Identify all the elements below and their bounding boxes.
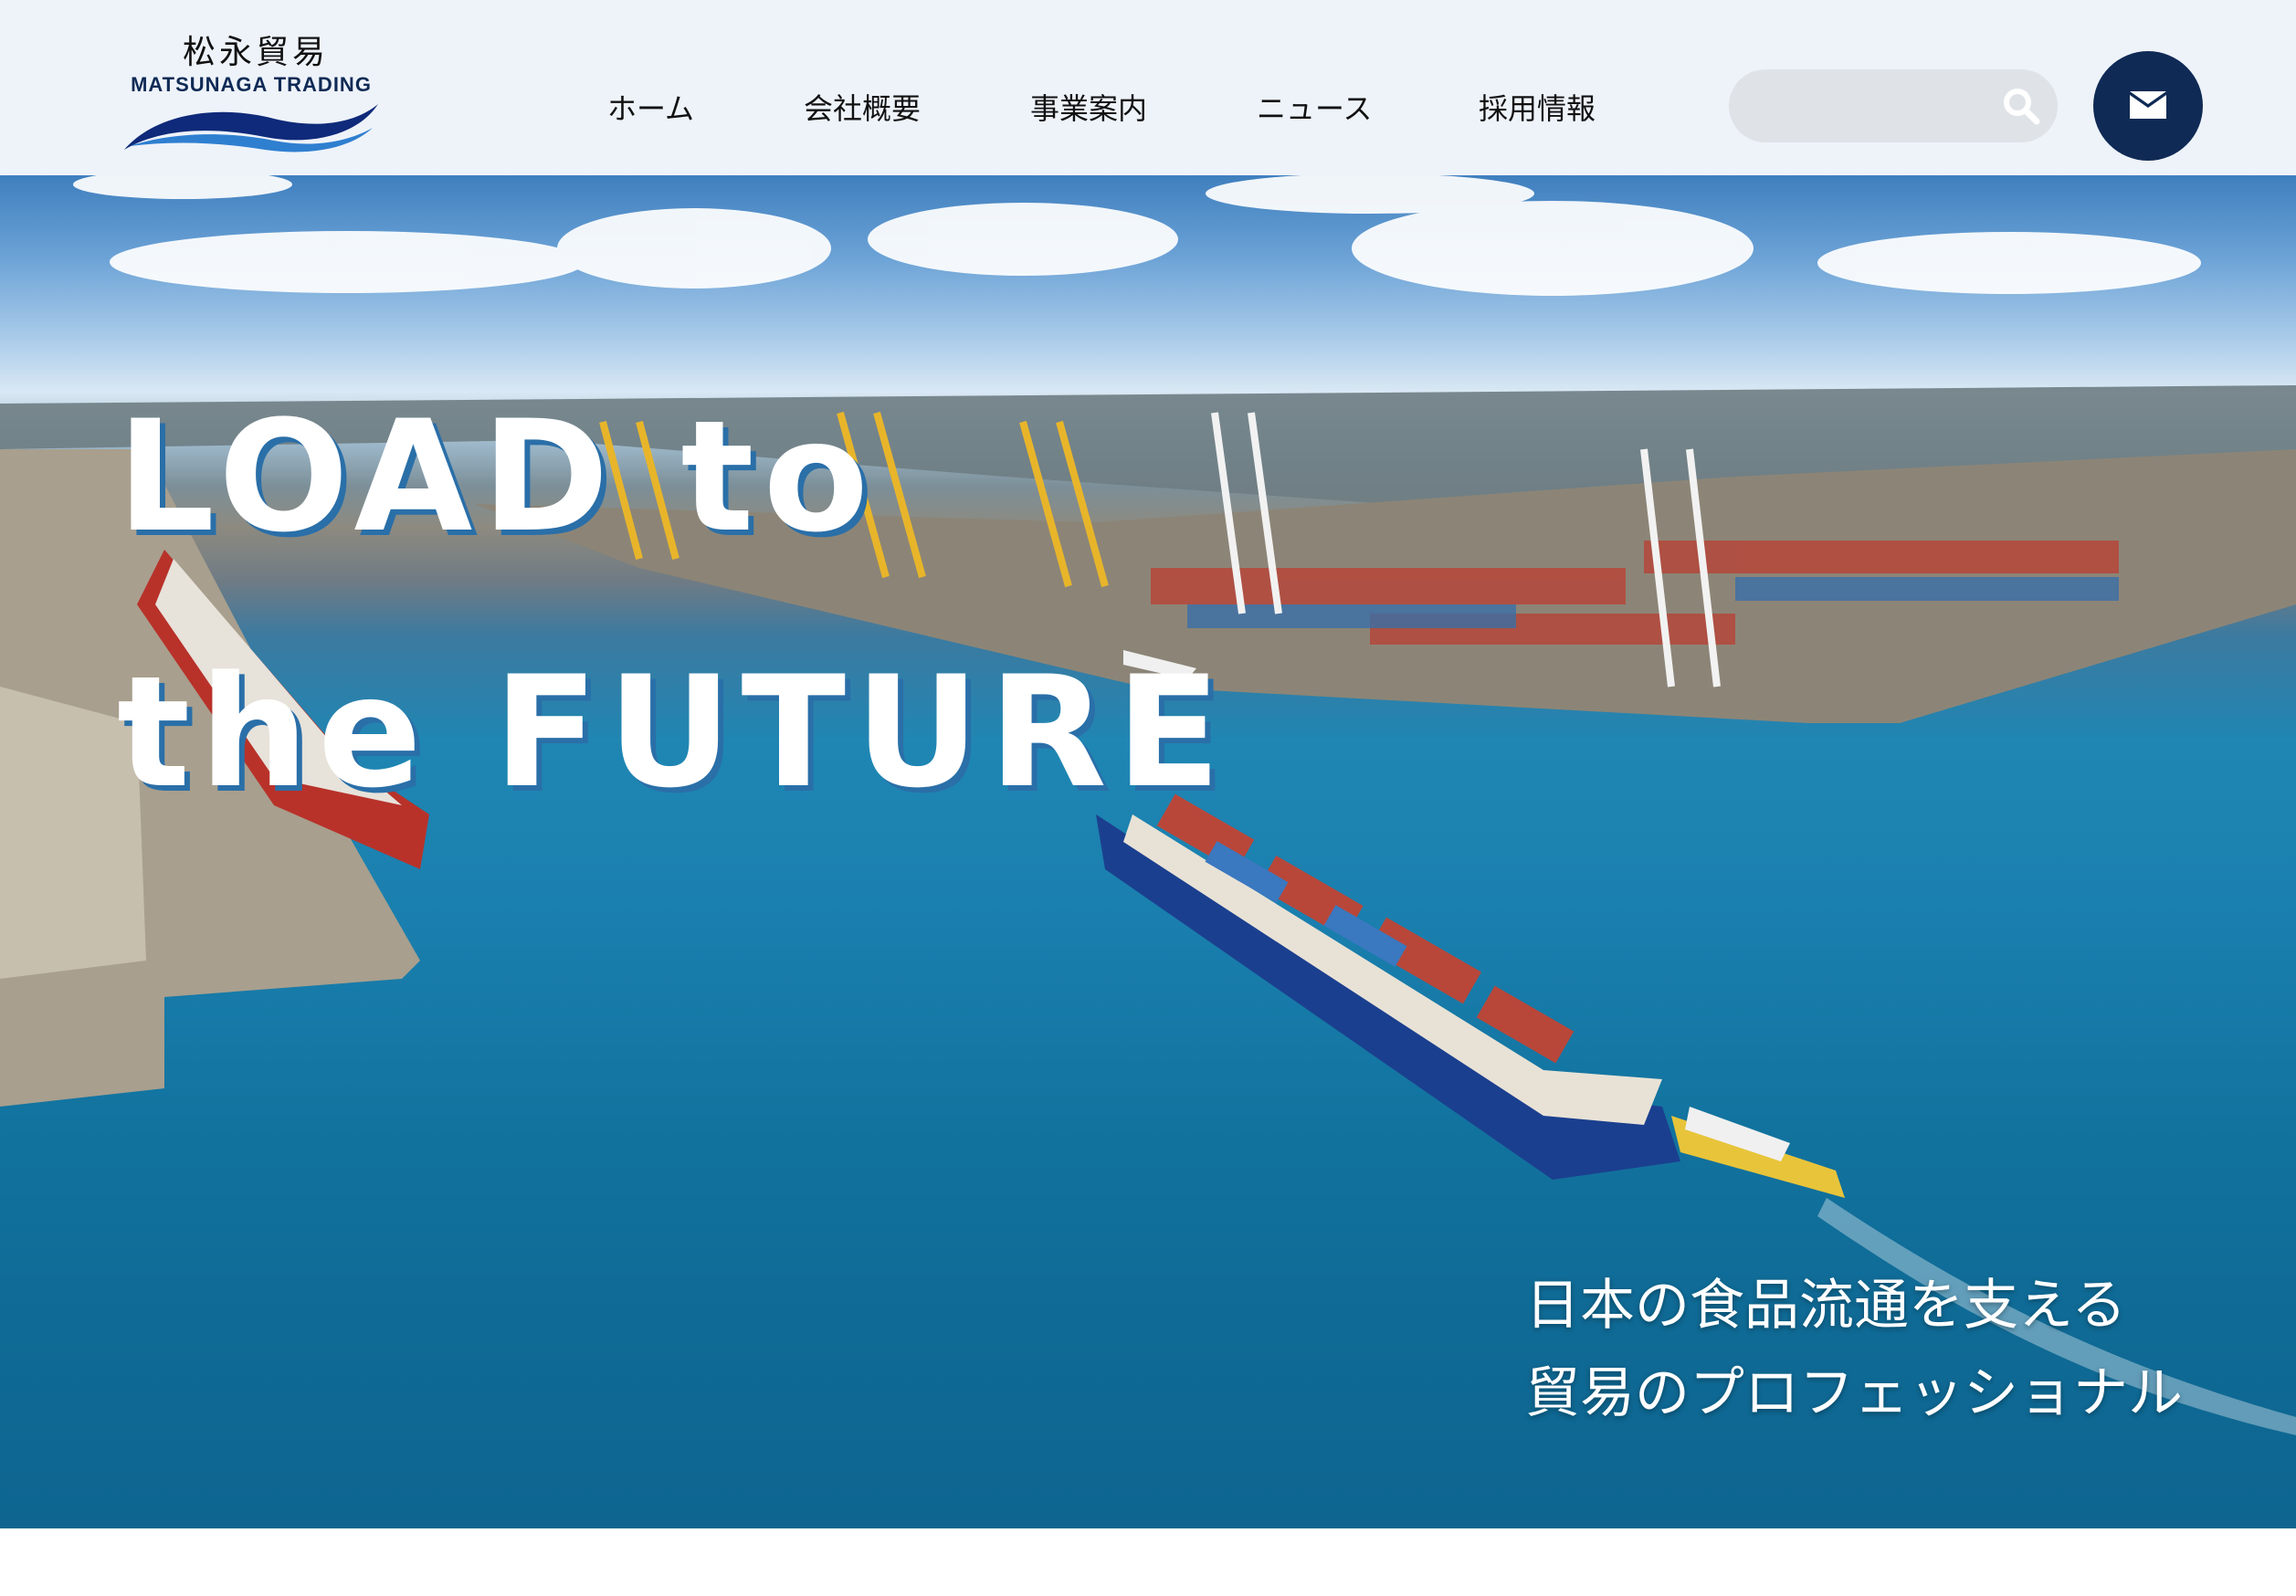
search-input[interactable] (1754, 86, 1986, 128)
mail-icon (2130, 91, 2166, 119)
nav-item-business[interactable]: 事業案内 (1030, 86, 1147, 128)
search-box (1729, 69, 2058, 142)
site-header: 松永貿易 MATSUNAGA TRADING ホーム 会社概要 事業案内 ニュー… (0, 0, 2296, 175)
hero-tagline-line-1: 日本の食品流通を支える (1525, 1274, 2127, 1338)
nav-item-company[interactable]: 会社概要 (804, 86, 921, 128)
hero-tagline-line-2: 貿易のプロフェッショナル (1525, 1361, 2183, 1425)
nav-item-news[interactable]: ニュース (1257, 86, 1372, 128)
nav-item-home[interactable]: ホーム (607, 86, 694, 128)
hero-title: LOAD to the FUTURE (117, 349, 1230, 860)
hero-section: LOAD to the FUTURE 日本の食品流通を支える 貿易のプロフェッシ… (0, 175, 2296, 1528)
hero-title-line-1: LOAD to (117, 387, 879, 566)
contact-button[interactable] (2093, 51, 2203, 161)
hero-title-line-2: the FUTURE (117, 643, 1230, 822)
hero-tagline: 日本の食品流通を支える 貿易のプロフェッショナル (1525, 1262, 2183, 1437)
nav-item-recruit[interactable]: 採用情報 (1479, 86, 1596, 128)
search-icon[interactable] (2001, 86, 2041, 126)
